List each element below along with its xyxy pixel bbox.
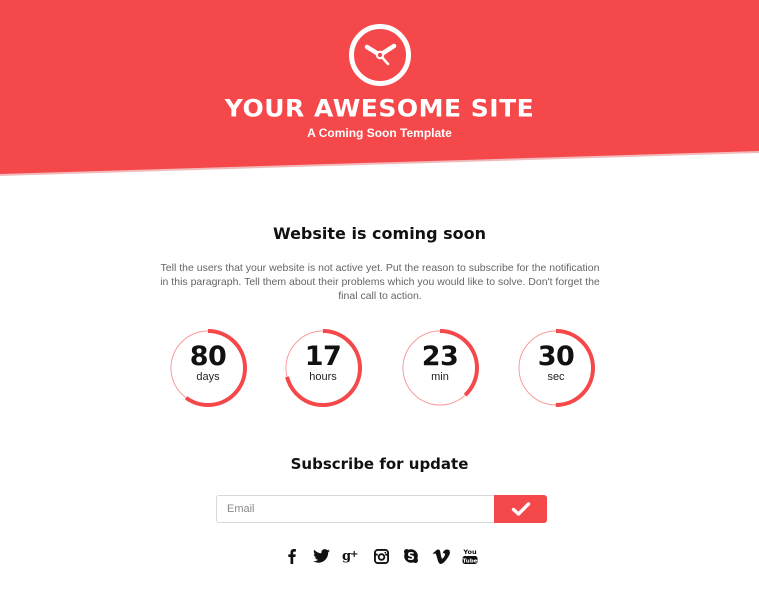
svg-text:+: + xyxy=(350,549,358,560)
countdown-value: 30 xyxy=(537,341,575,372)
youtube-link[interactable]: You Tube xyxy=(460,546,480,566)
countdown-unit: hours xyxy=(309,371,337,383)
clock-icon xyxy=(349,24,411,86)
countdown-value: 80 xyxy=(189,341,227,372)
vimeo-icon xyxy=(432,548,450,564)
instagram-icon xyxy=(373,548,389,564)
youtube-icon: You Tube xyxy=(462,548,478,564)
social-links: g + S You Tube xyxy=(0,546,759,566)
google-plus-icon: g + xyxy=(342,549,358,564)
facebook-icon xyxy=(288,549,296,564)
svg-text:You: You xyxy=(462,548,477,556)
twitter-link[interactable] xyxy=(311,546,331,566)
svg-text:Tube: Tube xyxy=(463,558,478,564)
skype-icon: S xyxy=(404,549,418,563)
countdown-unit: days xyxy=(196,371,220,383)
intro-paragraph: Tell the users that your website is not … xyxy=(160,262,600,302)
email-input[interactable] xyxy=(216,495,494,523)
site-subtitle: A Coming Soon Template xyxy=(307,126,452,140)
site-title: YOUR AWESOME SITE xyxy=(224,94,535,123)
twitter-icon xyxy=(312,549,330,563)
countdown-value: 23 xyxy=(421,341,459,372)
skype-link[interactable]: S xyxy=(401,546,421,566)
vimeo-link[interactable] xyxy=(431,546,451,566)
countdown-seconds: 30 sec xyxy=(516,328,596,408)
countdown-value: 17 xyxy=(304,341,342,372)
svg-text:S: S xyxy=(407,551,415,563)
countdown-minutes: 23 min xyxy=(400,328,480,408)
countdown-unit: sec xyxy=(547,371,565,383)
facebook-link[interactable] xyxy=(282,546,302,566)
page-heading: Website is coming soon xyxy=(273,224,486,243)
subscribe-heading: Subscribe for update xyxy=(290,455,469,473)
google-plus-link[interactable]: g + xyxy=(341,546,361,566)
countdown-days: 80 days xyxy=(168,328,248,408)
instagram-link[interactable] xyxy=(371,546,391,566)
countdown-hours: 17 hours xyxy=(283,328,363,408)
subscribe-button[interactable] xyxy=(494,495,547,523)
countdown-unit: min xyxy=(431,371,449,383)
check-icon xyxy=(511,502,530,516)
